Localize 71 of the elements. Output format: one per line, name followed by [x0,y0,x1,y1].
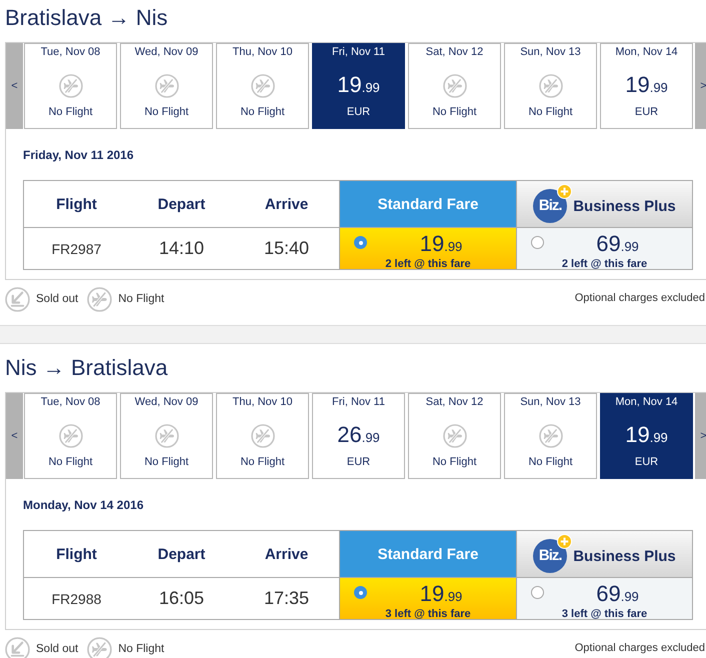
biz-logo: Biz. [533,538,568,572]
previous-dates-button[interactable]: < [6,393,23,479]
date-tab[interactable]: Tue, Nov 08 No Flight [24,393,117,479]
column-header: Depart [156,194,206,214]
fare-price: 69.99 [596,583,639,608]
seats-left-text: 2 left @ this fare [385,258,471,271]
column-header: Depart [156,544,206,564]
column-header: Arrive [264,194,310,214]
plus-badge-icon [557,184,572,198]
radio-button[interactable] [354,586,367,599]
circle-arrow-icon [5,637,30,658]
route-title: Bratislava → Nis [4,4,169,32]
note-text: Optional charges excluded [574,642,705,655]
date-heading: Friday, Nov 11 2016 [23,148,135,163]
date-heading: Monday, Nov 14 2016 [23,498,144,513]
table-cell: FR2988 [24,577,129,619]
date-tab[interactable]: Tue, Nov 08 No Flight [24,43,117,129]
biz-logo: Biz. [533,188,568,222]
table-cell: 14:10 [129,227,234,269]
crossed-plane-icon [58,74,82,98]
date-tab[interactable]: Sun, Nov 13 No Flight [504,43,597,129]
next-dates-button[interactable]: > [695,43,706,129]
crossed-plane-icon [538,74,562,98]
column-header: Flight [55,544,98,564]
radio-button[interactable] [531,236,544,249]
crossed-plane-icon [250,424,274,448]
legend-label: No Flight [118,643,164,656]
date-tab[interactable]: Fri, Nov 11 26.99 EUR [312,393,405,479]
table-cell: 16:05 [129,577,234,619]
date-tab[interactable]: Sat, Nov 12 No Flight [408,393,501,479]
fare-header: Standard Fare [339,531,516,577]
column-header: Arrive [264,544,310,564]
crossed-plane-icon [58,424,82,448]
next-dates-button[interactable]: > [695,393,706,479]
date-tab[interactable]: Thu, Nov 10 No Flight [216,43,309,129]
crossed-plane-icon [250,74,274,98]
date-tab[interactable]: Mon, Nov 14 19.99 EUR [600,393,693,479]
table-cell: FR2987 [24,227,129,269]
legend-label: No Flight [118,293,164,306]
date-tab[interactable]: Fri, Nov 11 19.99 EUR [312,43,405,129]
fare-price: 19.99 [420,233,462,258]
crossed-plane-icon [87,287,112,312]
date-tab[interactable]: Wed, Nov 09 No Flight [120,393,213,479]
date-tab[interactable]: Sun, Nov 13 No Flight [504,393,597,479]
radio-button[interactable] [531,586,544,599]
seats-left-text: 2 left @ this fare [562,258,648,271]
previous-dates-button[interactable]: < [6,43,23,129]
crossed-plane-icon [442,74,466,98]
fare-header-label: Business Plus [573,198,676,214]
seats-left-text: 3 left @ this fare [385,608,471,621]
seats-left-text: 3 left @ this fare [562,608,648,621]
date-tab[interactable]: Thu, Nov 10 No Flight [216,393,309,479]
crossed-plane-icon [154,424,178,448]
crossed-plane-icon [87,637,112,658]
route-title: Nis → Bratislava [4,354,169,382]
note-text: Optional charges excluded [574,292,705,305]
date-tab[interactable]: Mon, Nov 14 19.99 EUR [600,43,693,129]
crossed-plane-icon [442,424,466,448]
fare-header: Standard Fare [339,181,516,227]
fare-header-label: Business Plus [573,548,676,564]
crossed-plane-icon [154,74,178,98]
column-header: Flight [55,194,98,214]
date-tab[interactable]: Sat, Nov 12 No Flight [408,43,501,129]
date-tab[interactable]: Wed, Nov 09 No Flight [120,43,213,129]
legend-label: Sold out [36,643,78,656]
fare-price: 69.99 [596,233,639,258]
legend-label: Sold out [36,293,78,306]
fare-price: 19.99 [420,583,462,608]
radio-button[interactable] [354,236,367,249]
crossed-plane-icon [538,424,562,448]
plus-badge-icon [557,534,572,548]
